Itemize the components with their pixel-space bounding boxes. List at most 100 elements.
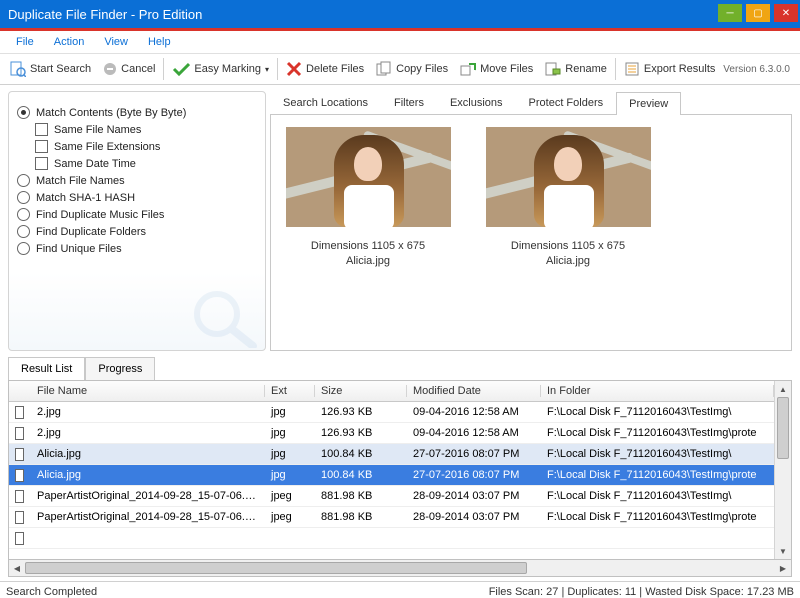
status-right: Files Scan: 27 | Duplicates: 11 | Wasted… bbox=[489, 586, 794, 598]
table-row[interactable]: PaperArtistOriginal_2014-09-28_15-07-06.… bbox=[9, 507, 774, 528]
cell-file-name: PaperArtistOriginal_2014-09-28_15-07-06.… bbox=[31, 511, 265, 523]
col-in-folder[interactable]: In Folder bbox=[541, 385, 774, 397]
close-button[interactable]: ✕ bbox=[774, 4, 798, 22]
cell-file-name: Alicia.jpg bbox=[31, 448, 265, 460]
right-tabs: Search Locations Filters Exclusions Prot… bbox=[270, 91, 792, 115]
tab-progress[interactable]: Progress bbox=[85, 357, 155, 380]
preview-caption: Dimensions 1105 x 675 Alicia.jpg bbox=[511, 239, 625, 270]
menu-action[interactable]: Action bbox=[54, 36, 85, 48]
tab-exclusions[interactable]: Exclusions bbox=[437, 91, 516, 114]
delete-files-button[interactable]: Delete Files bbox=[280, 54, 370, 84]
scroll-thumb[interactable] bbox=[25, 562, 527, 574]
table-row[interactable] bbox=[9, 528, 774, 549]
cell-ext: jpg bbox=[265, 406, 315, 418]
scroll-up-icon[interactable]: ▲ bbox=[775, 381, 791, 397]
preview-item[interactable]: Dimensions 1105 x 675 Alicia.jpg bbox=[483, 127, 653, 270]
vertical-scrollbar[interactable]: ▲ ▼ bbox=[774, 381, 791, 559]
copy-icon bbox=[376, 61, 392, 77]
status-bar: Search Completed Files Scan: 27 | Duplic… bbox=[0, 581, 800, 598]
menu-file[interactable]: File bbox=[16, 36, 34, 48]
row-checkbox[interactable] bbox=[15, 469, 24, 482]
result-tabs: Result List Progress bbox=[8, 357, 792, 380]
cell-folder: F:\Local Disk F_7112016043\TestImg\ bbox=[541, 406, 774, 418]
cell-folder: F:\Local Disk F_7112016043\TestImg\prote bbox=[541, 511, 774, 523]
delete-icon bbox=[286, 61, 302, 77]
option-same-date-time[interactable]: Same Date Time bbox=[35, 157, 255, 170]
row-checkbox[interactable] bbox=[15, 532, 24, 545]
version-label: Version 6.3.0.0 bbox=[723, 64, 790, 75]
window-title: Duplicate File Finder - Pro Edition bbox=[8, 7, 202, 22]
col-size[interactable]: Size bbox=[315, 385, 407, 397]
check-icon bbox=[172, 62, 190, 76]
tab-protect-folders[interactable]: Protect Folders bbox=[516, 91, 617, 114]
col-modified-date[interactable]: Modified Date bbox=[407, 385, 541, 397]
option-match-file-names[interactable]: Match File Names bbox=[17, 174, 255, 187]
search-options-panel: Match Contents (Byte By Byte) Same File … bbox=[8, 91, 266, 351]
cell-date: 27-07-2016 08:07 PM bbox=[407, 448, 541, 460]
cell-date: 09-04-2016 12:58 AM bbox=[407, 406, 541, 418]
scroll-down-icon[interactable]: ▼ bbox=[775, 543, 791, 559]
minimize-button[interactable]: ─ bbox=[718, 4, 742, 22]
cell-size: 126.93 KB bbox=[315, 406, 407, 418]
tab-filters[interactable]: Filters bbox=[381, 91, 437, 114]
result-grid: File Name Ext Size Modified Date In Fold… bbox=[8, 380, 792, 560]
option-same-file-extensions[interactable]: Same File Extensions bbox=[35, 140, 255, 153]
cell-ext: jpeg bbox=[265, 490, 315, 502]
maximize-button[interactable]: ▢ bbox=[746, 4, 770, 22]
menu-view[interactable]: View bbox=[104, 36, 128, 48]
move-icon bbox=[460, 61, 476, 77]
preview-thumbnail bbox=[486, 127, 651, 227]
horizontal-scrollbar[interactable]: ◀ ▶ bbox=[8, 560, 792, 577]
cell-file-name: 2.jpg bbox=[31, 427, 265, 439]
col-file-name[interactable]: File Name bbox=[31, 385, 265, 397]
tab-preview[interactable]: Preview bbox=[616, 92, 681, 115]
row-checkbox[interactable] bbox=[15, 406, 24, 419]
start-search-button[interactable]: Start Search bbox=[4, 54, 97, 84]
table-row[interactable]: 2.jpgjpg126.93 KB09-04-2016 12:58 AMF:\L… bbox=[9, 402, 774, 423]
scroll-right-icon[interactable]: ▶ bbox=[775, 560, 791, 576]
easy-marking-button[interactable]: Easy Marking ▾ bbox=[166, 54, 275, 84]
export-results-button[interactable]: Export Results bbox=[618, 54, 722, 84]
option-match-sha1[interactable]: Match SHA-1 HASH bbox=[17, 191, 255, 204]
cell-date: 27-07-2016 08:07 PM bbox=[407, 469, 541, 481]
cancel-icon bbox=[103, 62, 117, 76]
table-row[interactable]: PaperArtistOriginal_2014-09-28_15-07-06.… bbox=[9, 486, 774, 507]
cell-folder: F:\Local Disk F_7112016043\TestImg\prote bbox=[541, 469, 774, 481]
toolbar: Start Search Cancel Easy Marking ▾ Delet… bbox=[0, 54, 800, 85]
row-checkbox[interactable] bbox=[15, 448, 24, 461]
option-same-file-names[interactable]: Same File Names bbox=[35, 123, 255, 136]
table-row[interactable]: Alicia.jpgjpg100.84 KB27-07-2016 08:07 P… bbox=[9, 465, 774, 486]
option-duplicate-folders[interactable]: Find Duplicate Folders bbox=[17, 225, 255, 238]
table-row[interactable]: Alicia.jpgjpg100.84 KB27-07-2016 08:07 P… bbox=[9, 444, 774, 465]
cell-file-name: Alicia.jpg bbox=[31, 469, 265, 481]
row-checkbox[interactable] bbox=[15, 427, 24, 440]
magnifier-bg-icon bbox=[189, 288, 259, 348]
cancel-button[interactable]: Cancel bbox=[97, 54, 161, 84]
copy-files-button[interactable]: Copy Files bbox=[370, 54, 454, 84]
preview-pane: Dimensions 1105 x 675 Alicia.jpg Dimensi… bbox=[270, 115, 792, 351]
cell-folder: F:\Local Disk F_7112016043\TestImg\ bbox=[541, 490, 774, 502]
preview-item[interactable]: Dimensions 1105 x 675 Alicia.jpg bbox=[283, 127, 453, 270]
cell-folder: F:\Local Disk F_7112016043\TestImg\prote bbox=[541, 427, 774, 439]
table-row[interactable]: 2.jpgjpg126.93 KB09-04-2016 12:58 AMF:\L… bbox=[9, 423, 774, 444]
menu-bar: File Action View Help bbox=[0, 31, 800, 54]
rename-button[interactable]: Rename bbox=[539, 54, 613, 84]
tab-search-locations[interactable]: Search Locations bbox=[270, 91, 381, 114]
menu-help[interactable]: Help bbox=[148, 36, 171, 48]
search-page-icon bbox=[10, 61, 26, 77]
scroll-left-icon[interactable]: ◀ bbox=[9, 560, 25, 576]
col-ext[interactable]: Ext bbox=[265, 385, 315, 397]
rename-icon bbox=[545, 61, 561, 77]
cell-size: 126.93 KB bbox=[315, 427, 407, 439]
option-duplicate-music[interactable]: Find Duplicate Music Files bbox=[17, 208, 255, 221]
option-unique-files[interactable]: Find Unique Files bbox=[17, 242, 255, 255]
cell-size: 881.98 KB bbox=[315, 511, 407, 523]
move-files-button[interactable]: Move Files bbox=[454, 54, 539, 84]
row-checkbox[interactable] bbox=[15, 511, 24, 524]
tab-result-list[interactable]: Result List bbox=[8, 357, 85, 380]
option-match-contents[interactable]: Match Contents (Byte By Byte) bbox=[17, 106, 255, 119]
scroll-thumb[interactable] bbox=[777, 397, 789, 459]
row-checkbox[interactable] bbox=[15, 490, 24, 503]
cell-date: 09-04-2016 12:58 AM bbox=[407, 427, 541, 439]
cell-size: 881.98 KB bbox=[315, 490, 407, 502]
